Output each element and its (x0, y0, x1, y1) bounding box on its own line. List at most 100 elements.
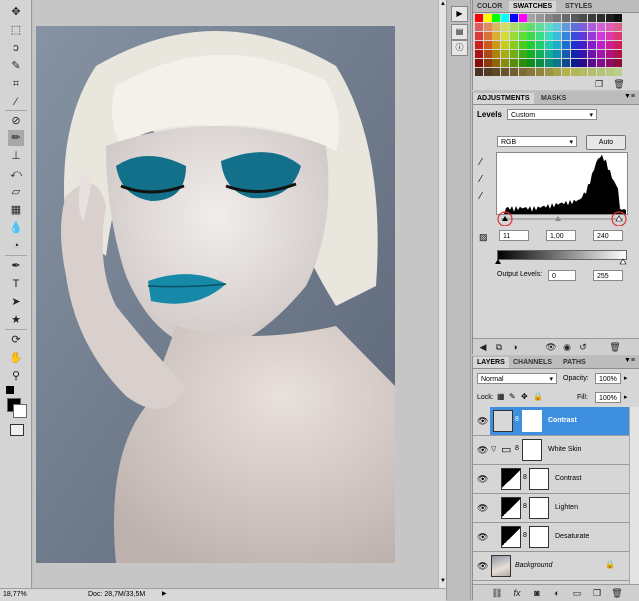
layer-style-icon[interactable]: fx (511, 588, 523, 598)
color-swatch[interactable] (483, 23, 492, 31)
color-swatch[interactable] (596, 50, 605, 58)
color-swatch[interactable] (579, 50, 588, 58)
view-previous-icon[interactable]: ◉ (561, 342, 573, 352)
color-swatch[interactable] (588, 14, 597, 22)
layer-name[interactable]: Contrast (555, 474, 581, 484)
layers-scrollbar[interactable] (629, 407, 639, 584)
color-swatch[interactable] (527, 59, 536, 67)
delete-swatch-icon[interactable]: 🗑 (613, 79, 625, 89)
quick-mask-icon[interactable] (10, 424, 24, 436)
color-swatch[interactable] (518, 14, 527, 22)
eraser-tool-icon[interactable]: ▱ (8, 184, 24, 200)
opacity-arrow-icon[interactable]: ▸ (624, 374, 628, 382)
color-swatch[interactable] (562, 14, 570, 22)
color-swatch[interactable] (509, 14, 518, 22)
visibility-eye-icon[interactable]: 👁 (477, 416, 488, 426)
color-swatch[interactable] (605, 32, 614, 40)
tab-paths[interactable]: PATHS (559, 357, 590, 368)
output-levels-slider[interactable] (495, 258, 635, 266)
default-colors-icon[interactable] (6, 386, 14, 394)
color-swatch[interactable] (562, 32, 570, 40)
color-swatch[interactable] (579, 14, 588, 22)
color-swatch[interactable] (605, 50, 614, 58)
color-swatch[interactable] (596, 32, 605, 40)
input-white-field[interactable]: 240 (593, 230, 623, 241)
color-swatch[interactable] (588, 59, 597, 67)
color-swatch[interactable] (544, 50, 553, 58)
color-swatch[interactable] (553, 68, 562, 76)
color-swatch[interactable] (579, 41, 588, 49)
color-swatch[interactable] (475, 59, 483, 67)
move-tool-icon[interactable]: ✥ (8, 4, 24, 20)
layer-row-contrast-top[interactable]: 👁 8 Contrast (473, 407, 629, 436)
pen-tool-icon[interactable]: ✒ (8, 258, 24, 274)
color-swatch[interactable] (535, 32, 544, 40)
color-swatch[interactable] (492, 41, 501, 49)
link-layers-icon[interactable]: ⛓ (491, 588, 503, 598)
clip-to-layer-icon[interactable]: ◑ (509, 342, 521, 352)
eyedropper-tool-icon[interactable]: ⁄ (8, 94, 24, 110)
color-swatch[interactable] (588, 32, 597, 40)
color-swatch[interactable] (535, 68, 544, 76)
tab-styles[interactable]: STYLES (561, 1, 596, 12)
clone-stamp-tool-icon[interactable]: ⊥ (8, 148, 24, 164)
color-swatch[interactable] (614, 14, 623, 22)
layer-name[interactable]: Desaturate (555, 532, 589, 542)
opacity-field[interactable]: 100% (595, 373, 621, 384)
lock-all-icon[interactable]: 🔒 (533, 392, 543, 401)
color-swatch[interactable] (553, 32, 562, 40)
color-swatch[interactable] (483, 32, 492, 40)
color-swatch[interactable] (535, 23, 544, 31)
color-swatch[interactable] (614, 68, 623, 76)
color-swatch[interactable] (553, 50, 562, 58)
color-swatch[interactable] (527, 23, 536, 31)
crop-tool-icon[interactable]: ⌗ (8, 76, 24, 92)
color-swatch[interactable] (527, 14, 536, 22)
color-swatch[interactable] (501, 50, 510, 58)
color-swatch[interactable] (588, 41, 597, 49)
color-swatch[interactable] (596, 68, 605, 76)
type-tool-icon[interactable]: T (8, 276, 24, 292)
color-swatch[interactable] (544, 14, 553, 22)
layer-row-desaturate[interactable]: 👁 8 Desaturate (473, 523, 629, 552)
color-swatch[interactable] (483, 68, 492, 76)
color-swatch[interactable] (492, 23, 501, 31)
color-swatch[interactable] (579, 68, 588, 76)
color-swatch[interactable] (544, 23, 553, 31)
color-swatch[interactable] (570, 32, 579, 40)
preset-select[interactable]: Custom ▾ (507, 109, 597, 120)
layer-row-contrast[interactable]: 👁 8 Contrast (473, 465, 629, 494)
panel-menu-icon[interactable]: ▼≡ (624, 357, 635, 364)
color-swatch[interactable] (492, 32, 501, 40)
tab-color[interactable]: COLOR (473, 1, 506, 12)
color-swatch[interactable] (492, 50, 501, 58)
color-swatch[interactable] (596, 41, 605, 49)
color-swatch[interactable] (501, 32, 510, 40)
gradient-tool-icon[interactable]: ▦ (8, 202, 24, 218)
color-swatch[interactable] (544, 32, 553, 40)
color-swatch[interactable] (562, 68, 570, 76)
color-swatch[interactable] (509, 41, 518, 49)
color-swatch[interactable] (579, 23, 588, 31)
layer-row-lighten[interactable]: 👁 8 Lighten (473, 494, 629, 523)
input-black-field[interactable]: 11 (499, 230, 529, 241)
tab-masks[interactable]: MASKS (537, 93, 570, 104)
tab-adjustments[interactable]: ADJUSTMENTS (473, 93, 534, 104)
color-swatch[interactable] (596, 59, 605, 67)
color-swatch[interactable] (570, 23, 579, 31)
color-swatch[interactable] (579, 32, 588, 40)
blur-tool-icon[interactable]: 💧 (8, 220, 24, 236)
color-swatch[interactable] (570, 68, 579, 76)
color-swatch[interactable] (492, 68, 501, 76)
visibility-eye-icon[interactable]: 👁 (477, 474, 488, 484)
lock-image-icon[interactable]: ✎ (509, 392, 516, 401)
color-swatch[interactable] (475, 41, 483, 49)
info-icon[interactable]: ⓘ (451, 40, 468, 56)
color-swatch[interactable] (553, 41, 562, 49)
tab-layers[interactable]: LAYERS (473, 357, 509, 368)
color-swatch[interactable] (614, 32, 623, 40)
color-swatch[interactable] (518, 23, 527, 31)
color-swatch[interactable] (518, 68, 527, 76)
visibility-eye-icon[interactable]: 👁 (477, 532, 488, 542)
input-levels-slider[interactable] (495, 210, 635, 226)
